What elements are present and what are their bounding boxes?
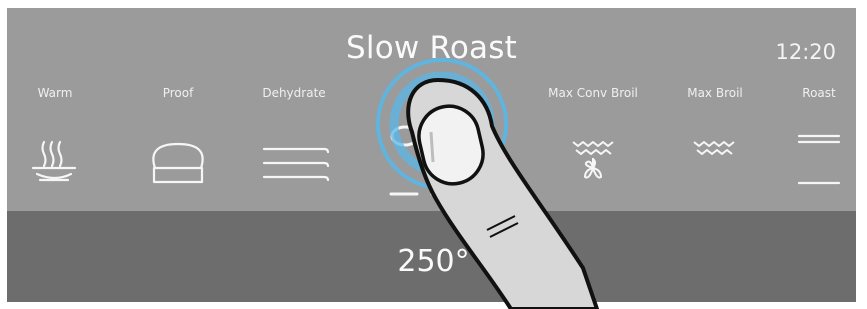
bread-loaf-icon xyxy=(152,142,204,184)
roast-elements-icon xyxy=(797,134,841,185)
conv-broil-fan-icon xyxy=(572,141,614,179)
temperature-display: 250° xyxy=(397,244,470,279)
broil-element-icon xyxy=(693,141,735,155)
warm-plate-icon xyxy=(31,140,77,182)
dehydrate-racks-icon xyxy=(262,147,330,182)
